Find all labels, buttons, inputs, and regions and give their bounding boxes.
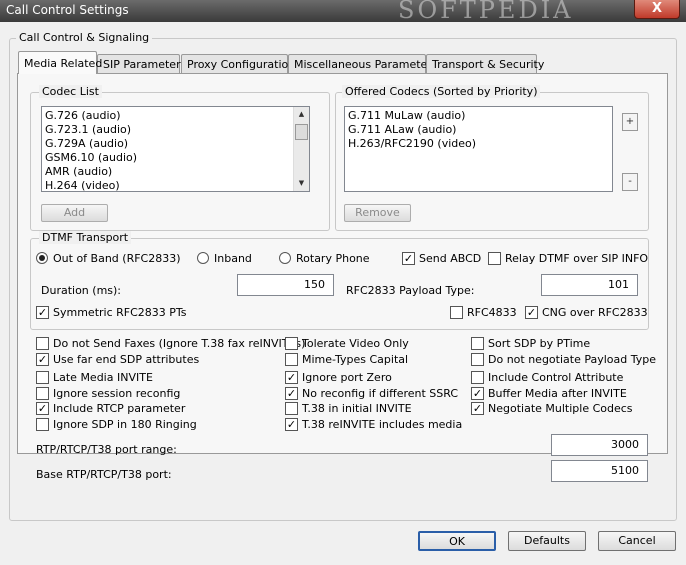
port-range-label: RTP/RTCP/T38 port range: — [36, 443, 177, 456]
checkbox-mime-types-capital-label: Mime-Types Capital — [302, 353, 409, 366]
checkbox-negotiate-multiple-codecs-label: Negotiate Multiple Codecs — [488, 402, 633, 415]
duration-input[interactable]: 150 — [237, 274, 334, 296]
radio-inband-label: Inband — [214, 252, 252, 265]
payload-type-input[interactable]: 101 — [541, 274, 638, 296]
checkbox-include-control-attr[interactable] — [471, 371, 484, 384]
checkbox-tolerate-video-only-label: Tolerate Video Only — [302, 337, 409, 350]
checkbox-no-send-faxes-label: Do not Send Faxes (Ignore T.38 fax reINV… — [53, 337, 306, 350]
checkbox-include-rtcp-label: Include RTCP parameter — [53, 402, 186, 415]
checkbox-send-abcd[interactable]: ✓ — [402, 252, 415, 265]
checkbox-cng-over-rfc2833[interactable]: ✓ — [525, 306, 538, 319]
checkbox-ignore-sdp-180-label: Ignore SDP in 180 Ringing — [53, 418, 197, 431]
radio-out-of-band[interactable] — [36, 252, 48, 264]
checkbox-buffer-media[interactable]: ✓ — [471, 387, 484, 400]
radio-rotary-phone-label: Rotary Phone — [296, 252, 370, 265]
checkbox-ignore-sdp-180[interactable] — [36, 418, 49, 431]
scroll-down-icon[interactable]: ▼ — [294, 176, 309, 191]
checkbox-symmetric-rfc2833-label: Symmetric RFC2833 PTs — [53, 306, 187, 319]
checkbox-negotiate-multiple-codecs[interactable]: ✓ — [471, 402, 484, 415]
checkbox-late-media-invite[interactable] — [36, 371, 49, 384]
checkbox-no-reconfig-ssrc[interactable]: ✓ — [285, 387, 298, 400]
radio-selected-icon — [39, 255, 45, 261]
base-port-input[interactable]: 5100 — [551, 460, 648, 482]
tab-misc-parameters[interactable]: Miscellaneous Parameters — [288, 54, 438, 73]
list-item[interactable]: GSM6.10 (audio) — [42, 151, 309, 165]
list-item[interactable]: H.263/RFC2190 (video) — [345, 137, 612, 151]
window-title: Call Control Settings — [6, 3, 129, 17]
base-port-label: Base RTP/RTCP/T38 port: — [36, 468, 172, 481]
checkbox-ignore-port-zero-label: Ignore port Zero — [302, 371, 392, 384]
checkbox-ignore-port-zero[interactable]: ✓ — [285, 371, 298, 384]
checkbox-no-negotiate-payload[interactable] — [471, 353, 484, 366]
checkbox-far-end-sdp-label: Use far end SDP attributes — [53, 353, 200, 366]
checkbox-mime-types-capital[interactable] — [285, 353, 298, 366]
tab-media-related[interactable]: Media Related — [18, 51, 102, 74]
codec-list-scrollbar[interactable]: ▲ ▼ — [293, 107, 309, 191]
scroll-thumb[interactable] — [295, 124, 308, 140]
list-item[interactable]: G.711 MuLaw (audio) — [345, 109, 612, 123]
tab-sip-parameters[interactable]: SIP Parameters — [97, 54, 186, 73]
checkbox-tolerate-video-only[interactable] — [285, 337, 298, 350]
checkbox-buffer-media-label: Buffer Media after INVITE — [488, 387, 627, 400]
list-item[interactable]: G.711 ALaw (audio) — [345, 123, 612, 137]
ok-button[interactable]: OK — [418, 531, 496, 551]
list-item[interactable]: H.264 (video) — [42, 179, 309, 191]
scroll-up-icon[interactable]: ▲ — [294, 107, 309, 122]
watermark: SOFTPEDIA — [398, 0, 574, 24]
checkbox-t38-initial-invite[interactable] — [285, 402, 298, 415]
title-bar[interactable]: SOFTPEDIA Call Control Settings X — [0, 0, 686, 24]
checkbox-late-media-invite-label: Late Media INVITE — [53, 371, 153, 384]
call-control-group-label: Call Control & Signaling — [16, 31, 153, 44]
checkbox-include-control-attr-label: Include Control Attribute — [488, 371, 624, 384]
cancel-button[interactable]: Cancel — [598, 531, 676, 551]
list-item[interactable]: G.729A (audio) — [42, 137, 309, 151]
close-button[interactable]: X — [634, 0, 680, 19]
codec-list-label: Codec List — [39, 85, 102, 98]
tab-proxy-configuration[interactable]: Proxy Configuration — [181, 54, 295, 73]
checkbox-sort-sdp-ptime-label: Sort SDP by PTime — [488, 337, 591, 350]
checkbox-ignore-session-reconfig-label: Ignore session reconfig — [53, 387, 181, 400]
checkbox-ignore-session-reconfig[interactable] — [36, 387, 49, 400]
checkbox-rfc4833[interactable] — [450, 306, 463, 319]
port-range-input[interactable]: 3000 — [551, 434, 648, 456]
radio-rotary-phone[interactable] — [279, 252, 291, 264]
checkbox-rfc4833-label: RFC4833 — [467, 306, 517, 319]
checkbox-no-send-faxes[interactable] — [36, 337, 49, 350]
duration-label: Duration (ms): — [41, 284, 122, 297]
checkbox-no-reconfig-ssrc-label: No reconfig if different SSRC — [302, 387, 459, 400]
checkbox-include-rtcp[interactable]: ✓ — [36, 402, 49, 415]
list-item[interactable]: AMR (audio) — [42, 165, 309, 179]
radio-out-of-band-label: Out of Band (RFC2833) — [53, 252, 181, 265]
list-item[interactable]: G.723.1 (audio) — [42, 123, 309, 137]
checkbox-relay-dtmf-info-label: Relay DTMF over SIP INFO — [505, 252, 649, 265]
move-up-button[interactable]: + — [622, 113, 638, 131]
checkbox-send-abcd-label: Send ABCD — [419, 252, 482, 265]
list-item[interactable]: G.726 (audio) — [42, 109, 309, 123]
tab-transport-security[interactable]: Transport & Security — [426, 54, 544, 73]
checkbox-relay-dtmf-info[interactable] — [488, 252, 501, 265]
checkbox-no-negotiate-payload-label: Do not negotiate Payload Type — [488, 353, 657, 366]
radio-inband[interactable] — [197, 252, 209, 264]
dtmf-transport-label: DTMF Transport — [39, 231, 132, 244]
move-down-button[interactable]: - — [622, 173, 638, 191]
payload-type-label: RFC2833 Payload Type: — [346, 284, 475, 297]
checkbox-t38-reinvite-media-label: T.38 reINVITE includes media — [302, 418, 463, 431]
checkbox-t38-reinvite-media[interactable]: ✓ — [285, 418, 298, 431]
checkbox-far-end-sdp[interactable]: ✓ — [36, 353, 49, 366]
checkbox-t38-initial-invite-label: T.38 in initial INVITE — [302, 402, 412, 415]
checkbox-symmetric-rfc2833[interactable]: ✓ — [36, 306, 49, 319]
codec-listbox[interactable]: G.726 (audio) G.723.1 (audio) G.729A (au… — [41, 106, 310, 192]
offered-codecs-listbox[interactable]: G.711 MuLaw (audio) G.711 ALaw (audio) H… — [344, 106, 613, 192]
add-codec-button[interactable]: Add — [41, 204, 108, 222]
checkbox-sort-sdp-ptime[interactable] — [471, 337, 484, 350]
checkbox-cng-over-rfc2833-label: CNG over RFC2833 — [542, 306, 648, 319]
remove-codec-button[interactable]: Remove — [344, 204, 411, 222]
defaults-button[interactable]: Defaults — [508, 531, 586, 551]
offered-codecs-label: Offered Codecs (Sorted by Priority) — [342, 85, 541, 98]
